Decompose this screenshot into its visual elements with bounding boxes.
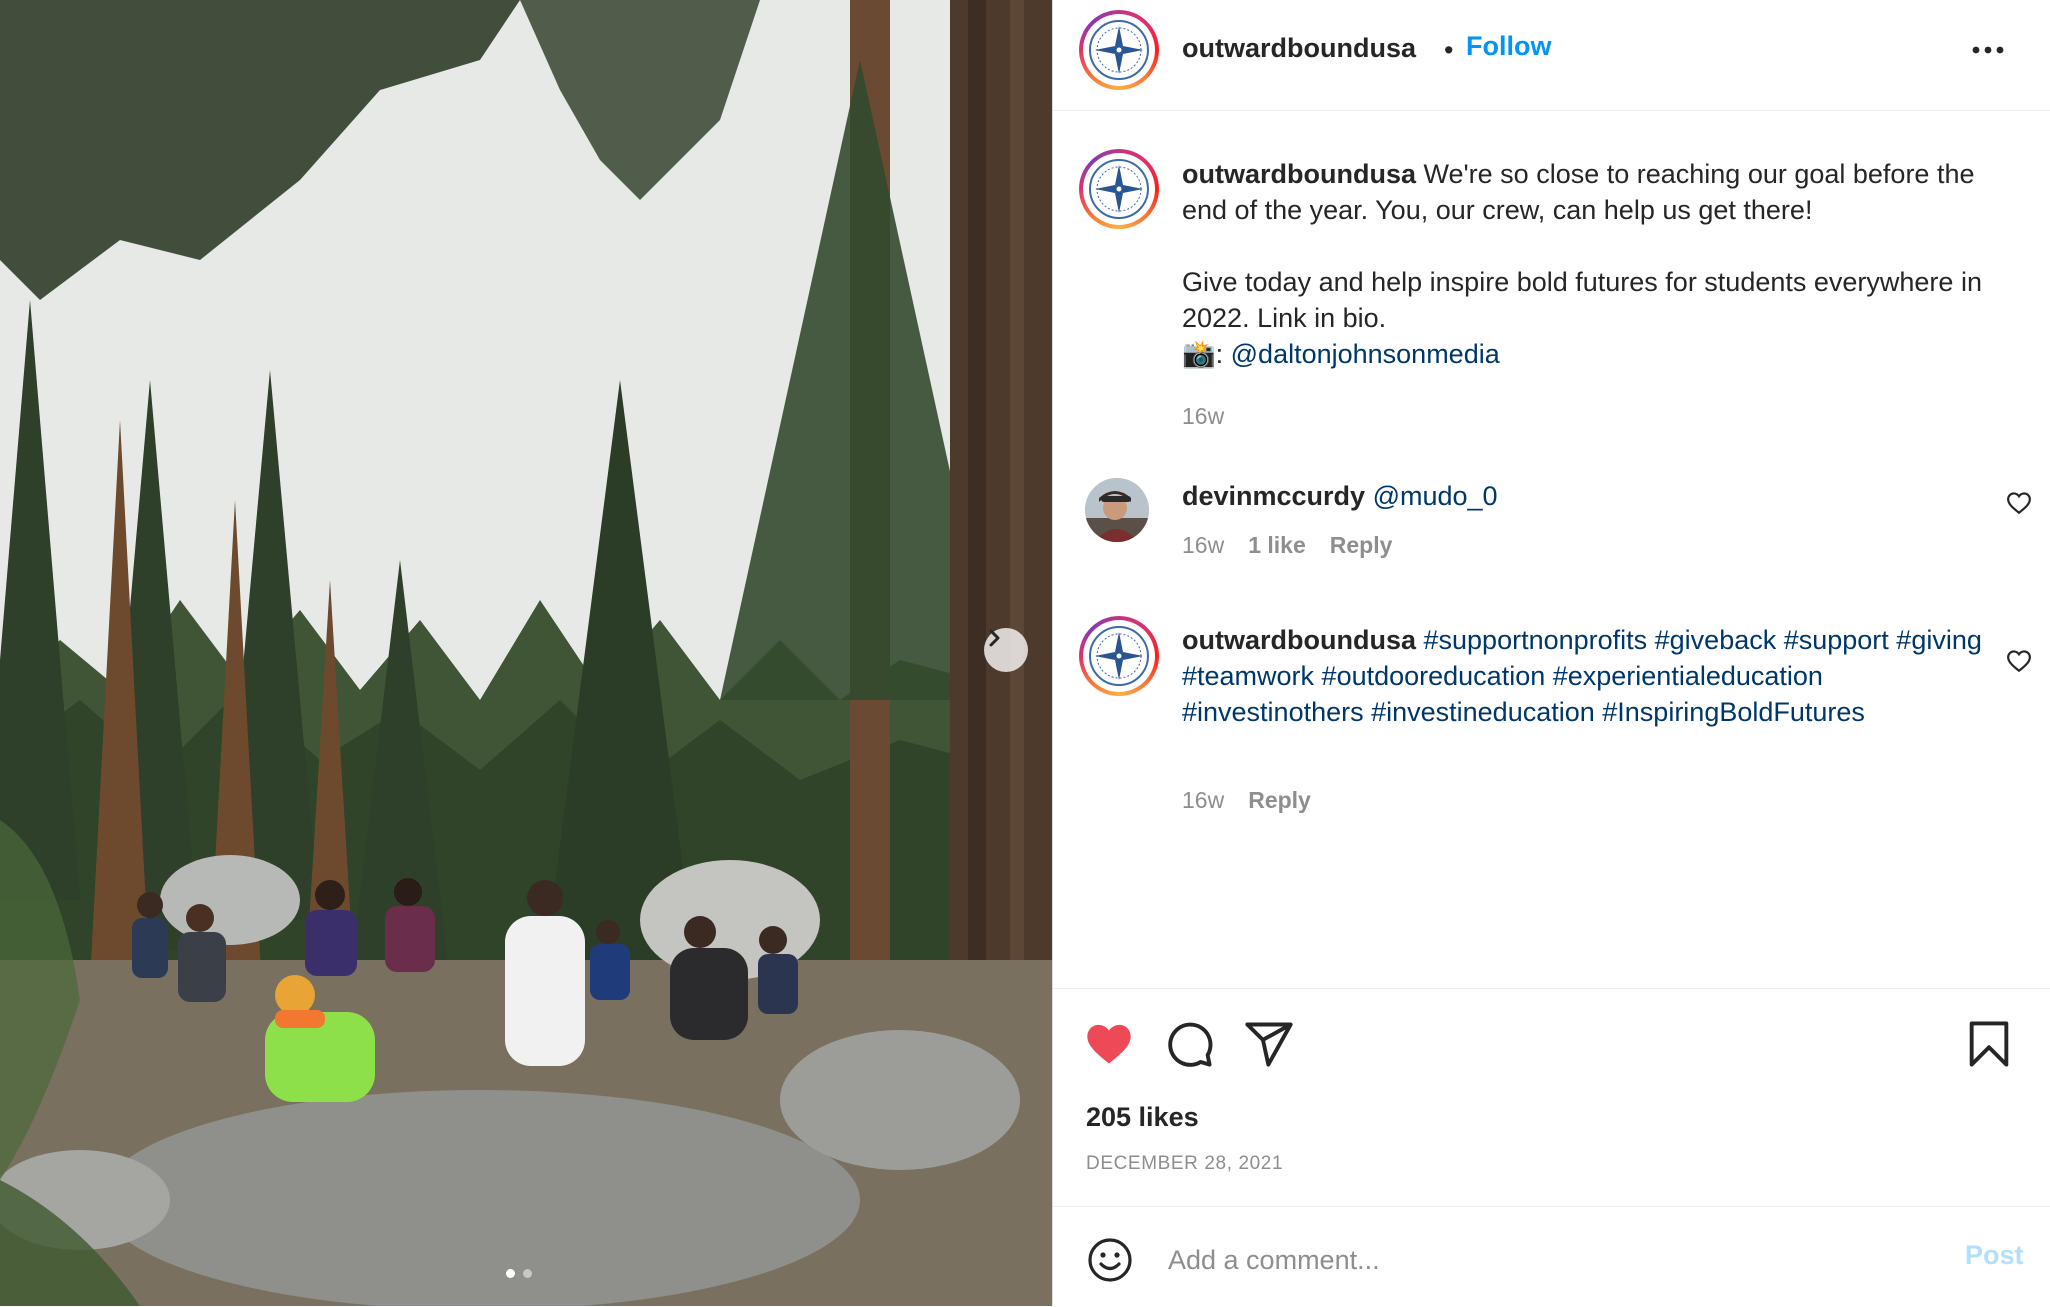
post-actions: 205 likes DECEMBER 28, 2021 xyxy=(1053,988,2050,1207)
commenter-avatar[interactable] xyxy=(1079,616,1159,696)
post-header: outwardboundusa • Follow xyxy=(1053,0,2050,111)
caption-text: outwardboundusa We're so close to reachi… xyxy=(1182,156,2022,372)
follow-button[interactable]: Follow xyxy=(1466,31,1551,62)
post-photo[interactable] xyxy=(0,0,1052,1306)
comment-meta: 16w Reply xyxy=(1182,787,1311,814)
comment-text: devinmccurdy @mudo_0 xyxy=(1182,478,2022,514)
chevron-right-icon xyxy=(989,629,1000,647)
comment-button[interactable] xyxy=(1163,1018,1215,1070)
smiley-icon xyxy=(1088,1238,1132,1282)
post-date[interactable]: DECEMBER 28, 2021 xyxy=(1086,1153,1283,1175)
add-comment-input[interactable] xyxy=(1166,1235,1870,1285)
compass-logo-icon xyxy=(1089,626,1149,686)
caption-meta: 16w xyxy=(1182,403,1224,430)
comment-timestamp[interactable]: 16w xyxy=(1182,787,1224,814)
reply-button[interactable]: Reply xyxy=(1330,532,1393,559)
carousel-dot-2 xyxy=(523,1269,532,1278)
caption-timestamp[interactable]: 16w xyxy=(1182,403,1224,430)
reply-button[interactable]: Reply xyxy=(1248,787,1311,814)
heart-outline-icon xyxy=(2007,650,2031,673)
instagram-post: outwardboundusa • Follow outwardboundusa… xyxy=(0,0,2050,1306)
comment-mention-link[interactable]: @mudo_0 xyxy=(1373,481,1498,511)
bookmark-icon xyxy=(1969,1021,2009,1067)
camera-emoji: 📸 xyxy=(1182,339,1216,369)
comment-username[interactable]: devinmccurdy xyxy=(1182,481,1365,511)
header-username[interactable]: outwardboundusa xyxy=(1182,33,1416,64)
comments-section: outwardboundusa We're so close to reachi… xyxy=(1053,111,2050,988)
compass-logo-icon xyxy=(1089,20,1149,80)
carousel-indicator xyxy=(506,1269,532,1278)
commenter-avatar[interactable] xyxy=(1085,478,1149,542)
comment-meta: 16w 1 like Reply xyxy=(1182,532,1392,559)
share-button[interactable] xyxy=(1243,1018,1295,1070)
comment-like-button[interactable] xyxy=(2006,490,2032,516)
comment-icon xyxy=(1168,1022,1213,1067)
caption-username[interactable]: outwardboundusa xyxy=(1182,159,1416,189)
heart-outline-icon xyxy=(2007,492,2031,515)
camera-suffix: : xyxy=(1215,339,1231,369)
likes-count[interactable]: 205 likes xyxy=(1086,1102,1199,1133)
post-details-panel: outwardboundusa • Follow outwardboundusa… xyxy=(1053,0,2050,1306)
forest-scene-image xyxy=(0,0,1052,1306)
carousel-dot-1 xyxy=(506,1269,515,1278)
compass-logo-icon xyxy=(1089,159,1149,219)
comment-username[interactable]: outwardboundusa xyxy=(1182,625,1416,655)
like-button[interactable] xyxy=(1083,1018,1135,1070)
caption-avatar[interactable] xyxy=(1079,149,1159,229)
more-options-button[interactable] xyxy=(1968,30,2008,70)
emoji-button[interactable] xyxy=(1086,1236,1134,1284)
save-button[interactable] xyxy=(1963,1018,2015,1070)
share-icon xyxy=(1245,1022,1293,1067)
comment-timestamp[interactable]: 16w xyxy=(1182,532,1224,559)
comment-likes-count[interactable]: 1 like xyxy=(1248,532,1306,559)
photographer-mention-link[interactable]: @daltonjohnsonmedia xyxy=(1231,339,1500,369)
comment-like-button[interactable] xyxy=(2006,648,2032,674)
post-comment-button[interactable]: Post xyxy=(1965,1240,2024,1271)
header-separator: • xyxy=(1444,35,1454,65)
more-horizontal-icon xyxy=(1972,46,2004,54)
heart-filled-icon xyxy=(1087,1024,1131,1064)
next-slide-button[interactable] xyxy=(984,628,1028,672)
comment-text: outwardboundusa #supportnonprofits #give… xyxy=(1182,622,2012,730)
comment-composer: Post xyxy=(1053,1206,2050,1307)
user-photo-icon xyxy=(1085,478,1149,542)
profile-avatar[interactable] xyxy=(1079,10,1159,90)
